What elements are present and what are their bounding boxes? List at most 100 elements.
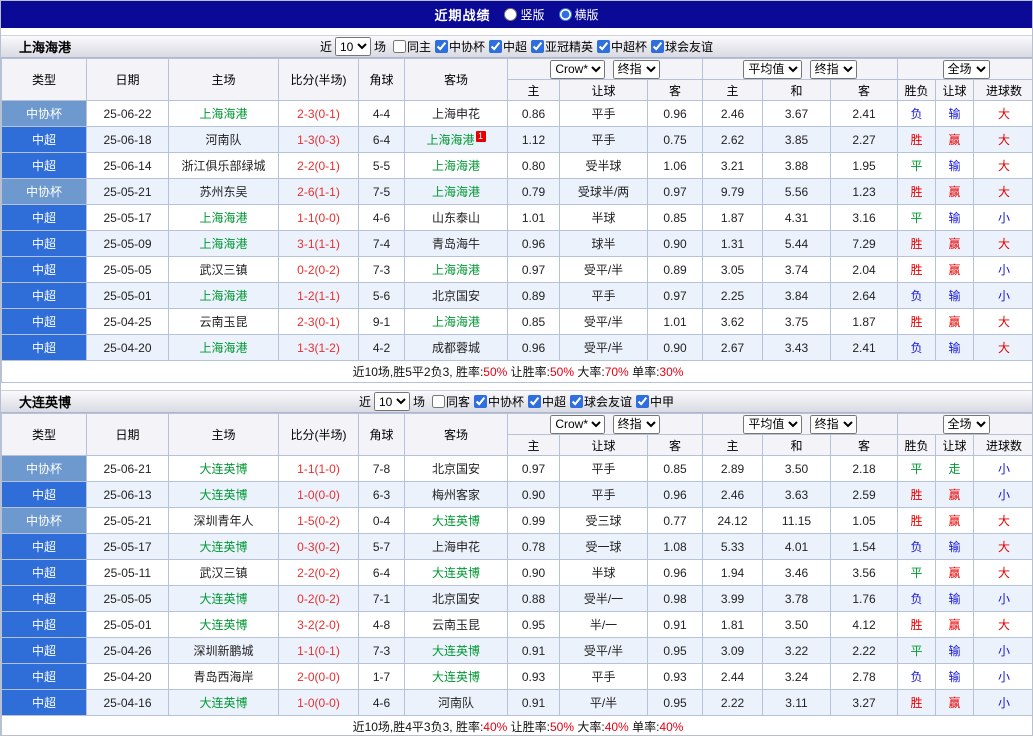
away-team-cell: 梅州客家 bbox=[404, 481, 508, 508]
vertical-radio-input[interactable] bbox=[504, 8, 518, 21]
goals-result-cell: 大 bbox=[973, 178, 1032, 205]
away-team-cell: 成都蓉城 bbox=[404, 334, 508, 361]
match-count-select[interactable]: 10 bbox=[334, 37, 371, 56]
average-select[interactable]: 平均值 bbox=[743, 414, 803, 434]
league-type-cell: 中协杯 bbox=[1, 507, 87, 534]
filter-checkbox[interactable]: 中协杯 bbox=[473, 393, 524, 410]
section-header: 上海海港 近 10 场 同主 中协杯 中超 亚冠精英 中超杯 球会友谊 bbox=[1, 35, 1032, 58]
results-table: 类型 日期 主场 比分(半场) 角球 客场 Crow* 终指 平均值 终指 全场… bbox=[1, 413, 1032, 735]
horizontal-radio-input[interactable] bbox=[558, 8, 572, 21]
avg-home-odds-cell: 1.81 bbox=[702, 611, 763, 638]
checkbox-input[interactable] bbox=[392, 39, 406, 53]
vertical-radio-label: 竖版 bbox=[520, 8, 545, 22]
filter-checkbox[interactable]: 同主 bbox=[392, 38, 431, 55]
results-table: 类型 日期 主场 比分(半场) 角球 客场 Crow* 终指 平均值 终指 全场… bbox=[1, 58, 1032, 383]
avg-draw-odds-cell: 3.67 bbox=[762, 100, 831, 127]
checkbox-label: 中超杯 bbox=[611, 39, 648, 54]
filter-checkbox[interactable]: 中超 bbox=[528, 393, 566, 410]
filter-checkbox[interactable]: 中超 bbox=[489, 38, 527, 55]
handicap-result-cell: 输 bbox=[935, 533, 975, 560]
section-header: 大连英博 近 10 场 同客 中协杯 中超 球会友谊 中甲 bbox=[1, 390, 1032, 413]
home-team-cell: 苏州东吴 bbox=[168, 178, 279, 205]
handicap-away-odds-cell: 0.95 bbox=[647, 637, 703, 664]
match-row: 中超 25-05-05 大连英博 0-2(0-2) 7-1 北京国安 0.88 受半/一 0.9… bbox=[1, 585, 1032, 612]
bookmaker-select[interactable]: Crow* bbox=[550, 59, 606, 79]
final-odds-select[interactable]: 终指 bbox=[612, 59, 660, 79]
home-team-cell: 上海海港 bbox=[168, 100, 279, 127]
home-team-name: 苏州东吴 bbox=[199, 185, 248, 199]
score-cell: 1-0(0-0) bbox=[278, 481, 359, 508]
sub-header-away-odds: 客 bbox=[647, 434, 703, 456]
bookmaker-select[interactable]: Crow* bbox=[550, 414, 606, 434]
avg-home-odds-cell: 3.99 bbox=[702, 585, 763, 612]
handicap-result-cell: 走 bbox=[935, 455, 975, 482]
checkbox-input[interactable] bbox=[434, 39, 448, 53]
score-cell: 2-6(1-1) bbox=[278, 178, 359, 205]
checkbox-input[interactable] bbox=[570, 394, 584, 408]
avg-home-odds-cell: 1.87 bbox=[702, 204, 763, 231]
home-team-cell: 深圳新鹏城 bbox=[168, 637, 279, 664]
filter-checkbox[interactable]: 球会友谊 bbox=[570, 393, 632, 410]
goals-result-cell: 大 bbox=[973, 230, 1032, 257]
final-odds-select[interactable]: 终指 bbox=[612, 414, 660, 434]
away-team-name: 上海海港 bbox=[431, 315, 480, 329]
checkbox-input[interactable] bbox=[531, 39, 545, 53]
home-team-name: 上海海港 bbox=[199, 107, 248, 121]
league-type-cell: 中超 bbox=[1, 559, 87, 586]
home-team-name: 大连英博 bbox=[199, 462, 248, 476]
away-team-name: 大连英博 bbox=[431, 514, 480, 528]
match-date-cell: 25-05-05 bbox=[86, 585, 169, 612]
filter-checkbox[interactable]: 亚冠精英 bbox=[531, 38, 593, 55]
team-section-shanghai: 上海海港 近 10 场 同主 中协杯 中超 亚冠精英 中超杯 球会友谊 类型 日期 主场 … bbox=[1, 35, 1032, 383]
average-select[interactable]: 平均值 bbox=[743, 59, 803, 79]
home-team-cell: 大连英博 bbox=[168, 481, 279, 508]
checkbox-input[interactable] bbox=[489, 39, 502, 53]
match-row: 中超 25-06-14 浙江俱乐部绿城 2-2(0-1) 5-5 上海海港 0.80 受半球 1… bbox=[1, 152, 1032, 179]
checkbox-input[interactable] bbox=[431, 394, 445, 408]
scope-select[interactable]: 全场 bbox=[942, 59, 990, 79]
checkbox-input[interactable] bbox=[528, 394, 541, 408]
handicap-home-odds-cell: 0.96 bbox=[507, 334, 560, 361]
home-team-cell: 大连英博 bbox=[168, 455, 279, 482]
score-cell: 1-2(1-1) bbox=[278, 282, 359, 309]
filter-checkbox[interactable]: 中甲 bbox=[636, 393, 674, 410]
score-cell: 1-1(1-0) bbox=[278, 455, 359, 482]
games-label: 场 bbox=[373, 40, 386, 54]
result-cell: 负 bbox=[897, 282, 937, 309]
final-odds-select-2[interactable]: 终指 bbox=[809, 59, 857, 79]
summary-text: 50% bbox=[483, 365, 508, 379]
checkbox-input[interactable] bbox=[651, 39, 665, 53]
filter-checkbox[interactable]: 中协杯 bbox=[434, 38, 485, 55]
home-team-name: 河南队 bbox=[205, 133, 242, 147]
sub-header-goals: 进球数 bbox=[973, 79, 1032, 101]
avg-away-odds-cell: 4.12 bbox=[829, 611, 899, 638]
final-odds-select-2[interactable]: 终指 bbox=[809, 414, 857, 434]
handicap-line-cell: 平/半 bbox=[559, 689, 648, 716]
filter-checkbox[interactable]: 同客 bbox=[431, 393, 470, 410]
corner-cell: 7-4 bbox=[358, 230, 405, 257]
scope-select[interactable]: 全场 bbox=[942, 414, 990, 434]
filter-checkbox[interactable]: 中超杯 bbox=[597, 38, 647, 55]
score-cell: 1-5(0-2) bbox=[278, 507, 359, 534]
layout-radio-vertical[interactable]: 竖版 bbox=[504, 6, 545, 23]
sub-header-goals: 进球数 bbox=[973, 434, 1032, 456]
goals-result-cell: 小 bbox=[973, 663, 1032, 690]
match-row: 中超 25-05-11 武汉三镇 2-2(0-2) 6-4 大连英博 0.90 半球 0.96 1… bbox=[1, 559, 1032, 586]
result-cell: 胜 bbox=[897, 230, 937, 257]
handicap-result-cell: 赢 bbox=[935, 230, 975, 257]
filter-checkbox[interactable]: 球会友谊 bbox=[651, 38, 713, 55]
layout-radio-horizontal[interactable]: 横版 bbox=[558, 6, 599, 23]
checkbox-label: 亚冠精英 bbox=[545, 39, 594, 54]
avg-away-odds-cell: 1.95 bbox=[829, 152, 899, 179]
checkbox-input[interactable] bbox=[473, 394, 487, 408]
result-group-header: 全场 bbox=[897, 413, 1032, 435]
home-team-name: 大连英博 bbox=[199, 696, 248, 710]
away-team-cell: 上海海港 bbox=[404, 152, 508, 179]
avg-home-odds-cell: 2.22 bbox=[702, 689, 763, 716]
checkbox-input[interactable] bbox=[636, 394, 650, 408]
goals-result-cell: 小 bbox=[973, 455, 1032, 482]
match-count-select[interactable]: 10 bbox=[373, 392, 410, 411]
handicap-away-odds-cell: 1.01 bbox=[647, 308, 703, 335]
handicap-result-cell: 赢 bbox=[935, 126, 975, 153]
checkbox-input[interactable] bbox=[597, 39, 611, 53]
